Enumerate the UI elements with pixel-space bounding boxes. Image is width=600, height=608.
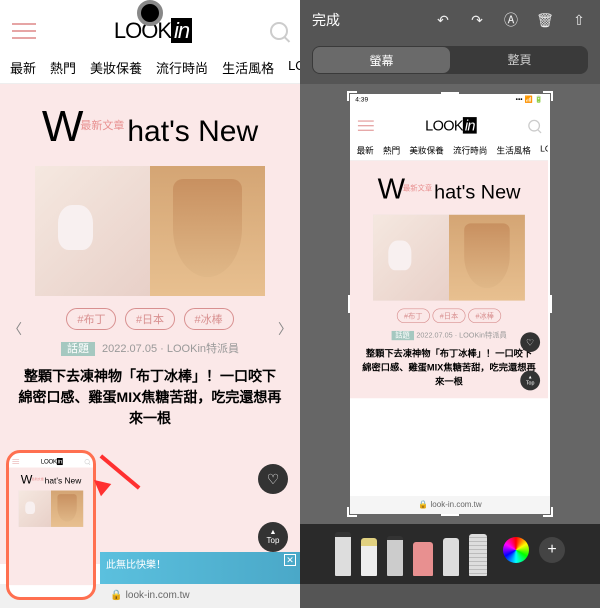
hero-image[interactable] [35, 166, 265, 296]
close-ad-icon[interactable]: ✕ [284, 554, 296, 566]
markup-toolbar: 完成 ↶ ↷ Ⓐ 🗑 ⇧ [300, 0, 600, 40]
scroll-top-button[interactable]: Top [258, 522, 288, 552]
article-meta: 話題 2022.07.05 · LOOKin特派員 [12, 340, 288, 356]
menu-icon[interactable] [12, 23, 36, 39]
share-icon[interactable]: ⇧ [570, 11, 588, 29]
markup-tools: + [300, 524, 600, 584]
carousel-prev-icon[interactable]: 〈 [8, 319, 22, 339]
nav-item[interactable]: LO [288, 58, 300, 77]
article-date: 2022.07.05 [102, 343, 157, 355]
redo-icon[interactable]: ↷ [468, 11, 486, 29]
tag-list: #布丁 #日本 #冰棒 [12, 308, 288, 330]
nav-item[interactable]: 熱門 [50, 58, 76, 77]
tag[interactable]: #日本 [125, 308, 175, 330]
category-badge[interactable]: 話題 [61, 342, 95, 356]
ruler-tool[interactable] [469, 534, 487, 576]
logo-suffix: in [171, 18, 192, 43]
search-icon[interactable] [270, 22, 288, 40]
trash-icon[interactable]: 🗑 [536, 11, 554, 29]
screenshot-preview[interactable]: 4:39••• 📶 🔋 LOOKin 最新熱門美妝保養流行時尚生活風格LO W最… [350, 94, 550, 514]
article-title[interactable]: 整顆下去凍神物「布丁冰棒」！一口咬下綿密口感、雞蛋MIX焦糖苦甜，吃完還想再來一… [12, 366, 288, 429]
segment-control[interactable]: 螢幕 整頁 [312, 46, 588, 74]
nav-item[interactable]: 流行時尚 [156, 58, 208, 77]
done-button[interactable]: 完成 [312, 10, 340, 30]
mini-url-bar: 🔒 look-in.com.tw [350, 496, 550, 514]
nav-bar: 最新 熱門 美妝保養 流行時尚 生活風格 LO [0, 52, 300, 84]
color-picker[interactable] [503, 537, 529, 563]
section-title: W最新文章hat's New [12, 102, 288, 152]
camera-notch [137, 0, 163, 26]
carousel-next-icon[interactable]: 〉 [278, 319, 292, 339]
nav-item[interactable]: 最新 [10, 58, 36, 77]
segment-screen[interactable]: 螢幕 [313, 47, 450, 73]
marker-tool[interactable] [361, 538, 377, 576]
crop-edge[interactable] [548, 295, 552, 313]
status-bar: 4:39••• 📶 🔋 [350, 94, 548, 105]
ad-text: 此無比快樂！ [106, 560, 166, 571]
segment-fullpage[interactable]: 整頁 [451, 46, 588, 74]
pencil-tool[interactable] [387, 536, 403, 576]
article-author[interactable]: LOOKin特派員 [167, 343, 239, 355]
annotation-arrow [95, 448, 145, 498]
nav-item[interactable]: 美妝保養 [90, 58, 142, 77]
nav-item[interactable]: 生活風格 [222, 58, 274, 77]
ad-banner[interactable]: 此無比快樂！ ✕ [100, 552, 300, 584]
lasso-tool[interactable] [443, 538, 459, 576]
tag[interactable]: #布丁 [66, 308, 116, 330]
markup-pen-icon[interactable]: Ⓐ [502, 11, 520, 29]
screenshot-thumbnail[interactable]: LOOKin W最新文章hat's New [6, 450, 96, 600]
pen-tool[interactable] [335, 532, 351, 576]
undo-icon[interactable]: ↶ [434, 11, 452, 29]
tag[interactable]: #冰棒 [184, 308, 234, 330]
favorite-button[interactable]: ♡ [258, 464, 288, 494]
eraser-tool[interactable] [413, 542, 433, 576]
markup-canvas[interactable]: 4:39••• 📶 🔋 LOOKin 最新熱門美妝保養流行時尚生活風格LO W最… [300, 84, 600, 524]
add-shape-button[interactable]: + [539, 537, 565, 563]
